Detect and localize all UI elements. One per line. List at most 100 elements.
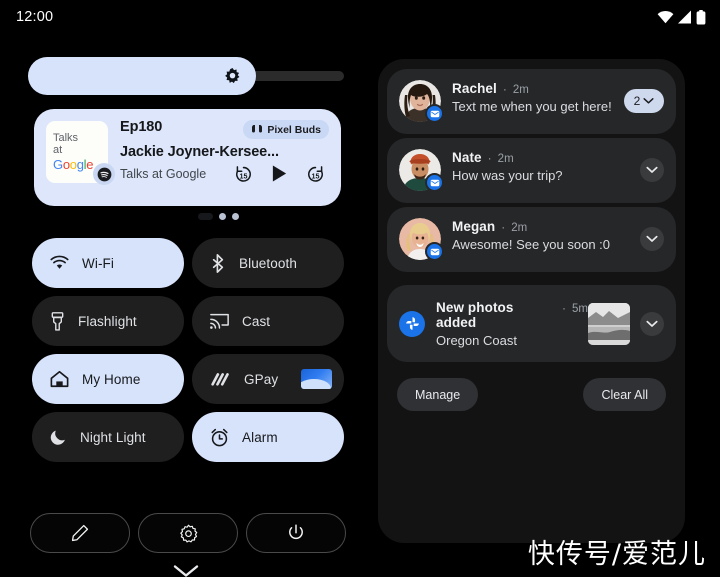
chevron-down-icon <box>643 98 654 104</box>
notification-text: Rachel · 2m Text me when you get here! <box>441 80 624 114</box>
tile-label: Flashlight <box>78 313 137 329</box>
separator: · <box>487 151 492 165</box>
status-bar: 12:00 <box>0 0 720 34</box>
album-art-line-2: at <box>53 144 63 157</box>
notification-header: Megan · 2m <box>452 219 640 234</box>
page-dot[interactable] <box>198 213 213 220</box>
notification-item[interactable]: Megan · 2m Awesome! See you soon :0 <box>387 207 676 272</box>
tile-label: My Home <box>82 371 141 387</box>
messages-icon <box>425 242 444 261</box>
avatar <box>399 149 444 192</box>
output-device-chip[interactable]: Pixel Buds <box>243 120 329 139</box>
sidebar-item-night-light[interactable]: Night Light <box>32 412 184 462</box>
manage-button[interactable]: Manage <box>397 378 479 411</box>
notification-time: 2m <box>512 84 529 96</box>
tile-label: GPay <box>244 371 279 387</box>
notification-text: New photos added · 5m Oregon Coast <box>425 299 588 348</box>
wifi-icon <box>50 255 69 269</box>
watermark: 快传号/爱范儿 <box>527 539 706 570</box>
tile-label: Cast <box>242 313 271 329</box>
media-episode: Ep180 <box>120 119 163 135</box>
avatar <box>399 80 444 123</box>
quick-settings-footer <box>30 513 346 553</box>
tile-row: Night Light Alarm <box>32 412 344 462</box>
chevron-down-icon <box>173 565 199 577</box>
media-bottom-row: Talks at Google 15 15 <box>120 164 329 183</box>
notification-text: Nate · 2m How was your trip? <box>441 149 640 183</box>
tile-row: Wi-Fi Bluetooth <box>32 238 344 288</box>
notification-header: New photos added · 5m <box>436 300 588 330</box>
home-icon <box>50 370 69 388</box>
notification-expand-button[interactable] <box>640 158 664 182</box>
clear-all-button[interactable]: Clear All <box>583 378 666 411</box>
sidebar-item-flashlight[interactable]: Flashlight <box>32 296 184 346</box>
notification-message: Text me when you get here! <box>452 99 612 114</box>
media-title: Jackie Joyner-Kersee... <box>120 144 279 160</box>
notification-subtitle: Oregon Coast <box>436 333 517 348</box>
sidebar-item-bluetooth[interactable]: Bluetooth <box>192 238 344 288</box>
android-quick-settings-screen: 12:00 Talks at Google Ep180 Pixel Buds J… <box>0 0 720 577</box>
sidebar-item-wifi[interactable]: Wi-Fi <box>32 238 184 288</box>
status-bar-clock: 12:00 <box>16 9 54 25</box>
page-dot[interactable] <box>219 213 226 220</box>
notification-item-photos[interactable]: New photos added · 5m Oregon Coast <box>387 285 676 362</box>
notification-item[interactable]: Rachel · 2m Text me when you get here! 2 <box>387 69 676 134</box>
avatar <box>399 218 444 261</box>
notification-header: Nate · 2m <box>452 150 640 165</box>
edit-tiles-button[interactable] <box>30 513 130 553</box>
brightness-fill <box>28 57 256 95</box>
notification-time: 2m <box>511 222 528 234</box>
separator: · <box>562 301 567 315</box>
rewind-15-button[interactable]: 15 <box>234 164 253 183</box>
forward-15-button[interactable]: 15 <box>306 164 325 183</box>
notification-expand-button[interactable] <box>640 311 664 336</box>
sidebar-item-cast[interactable]: Cast <box>192 296 344 346</box>
payment-card-thumbnail <box>301 369 332 389</box>
media-player-card[interactable]: Talks at Google Ep180 Pixel Buds Jackie … <box>34 109 341 220</box>
notification-sender: Rachel <box>452 81 497 96</box>
media-top-row: Ep180 Pixel Buds <box>120 119 329 139</box>
gear-icon <box>179 524 197 542</box>
battery-icon <box>696 9 706 24</box>
signal-icon <box>678 10 691 24</box>
shade-action-buttons: Manage Clear All <box>387 378 676 411</box>
separator: · <box>502 82 507 96</box>
flashlight-icon <box>51 311 64 331</box>
notification-time: 2m <box>497 153 514 165</box>
album-art-brand: Google <box>53 156 94 172</box>
power-button[interactable] <box>246 513 346 553</box>
media-info: Ep180 Pixel Buds Jackie Joyner-Kersee...… <box>108 119 329 220</box>
gpay-icon <box>211 372 229 386</box>
collapse-shade-chevron[interactable] <box>0 563 372 577</box>
tile-label: Bluetooth <box>239 255 297 271</box>
tile-row: My Home GPay <box>32 354 344 404</box>
earbuds-icon <box>252 125 263 133</box>
notification-item[interactable]: Nate · 2m How was your trip? <box>387 138 676 203</box>
svg-text:15: 15 <box>312 172 320 180</box>
play-button[interactable] <box>271 164 288 183</box>
moon-icon <box>50 430 65 445</box>
notification-message: How was your trip? <box>452 168 563 183</box>
svg-text:15: 15 <box>240 172 248 180</box>
album-art-container: Talks at Google <box>46 121 115 185</box>
album-art-line-1: Talks <box>53 131 79 144</box>
tile-row: Flashlight Cast <box>32 296 344 346</box>
tile-label: Wi-Fi <box>82 255 114 271</box>
google-photos-icon <box>399 310 425 337</box>
media-controls: 15 15 <box>234 164 329 183</box>
group-count-label: 2 <box>633 94 641 108</box>
tile-label: Alarm <box>242 429 278 445</box>
settings-button[interactable] <box>138 513 238 553</box>
sidebar-item-my-home[interactable]: My Home <box>32 354 184 404</box>
sidebar-item-gpay[interactable]: GPay <box>192 354 344 404</box>
notification-group-count[interactable]: 2 <box>624 89 664 113</box>
brightness-slider[interactable] <box>28 57 344 95</box>
notification-expand-button[interactable] <box>640 227 664 251</box>
notification-title: New photos added <box>436 300 514 330</box>
status-bar-icons <box>657 9 706 25</box>
page-dot[interactable] <box>232 213 239 220</box>
messages-icon <box>425 104 444 123</box>
chevron-down-icon <box>646 166 658 173</box>
media-subtitle: Talks at Google <box>120 166 207 181</box>
sidebar-item-alarm[interactable]: Alarm <box>192 412 344 462</box>
